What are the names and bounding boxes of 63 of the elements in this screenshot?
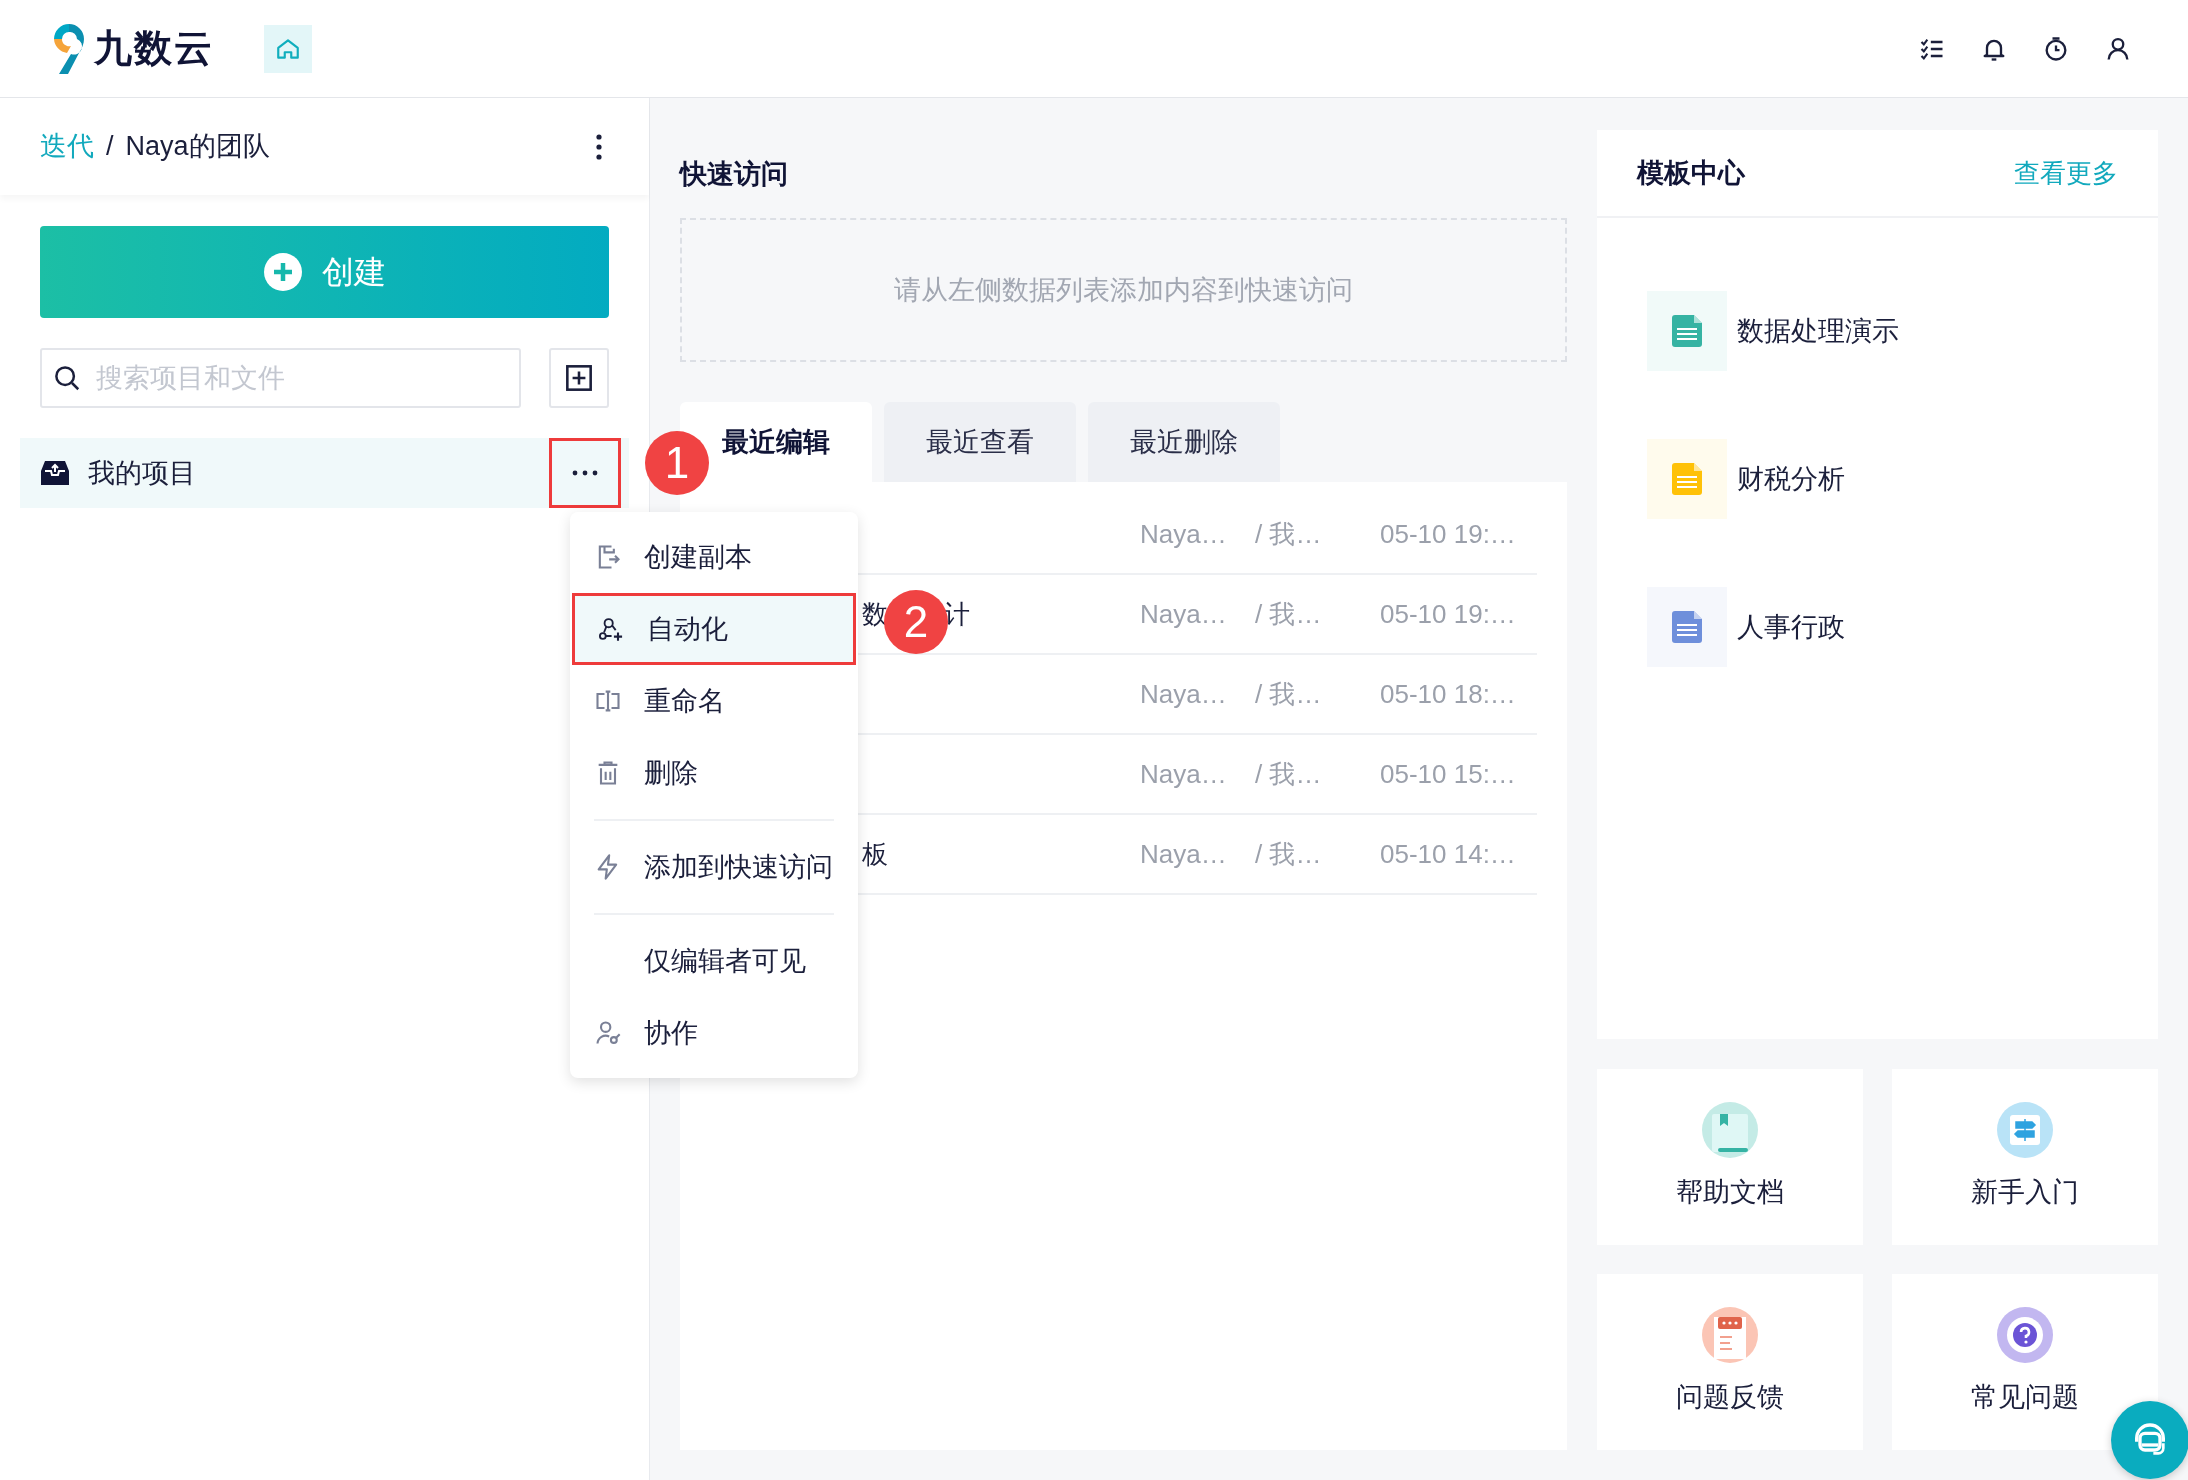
path-cell-text: / 我… — [1255, 837, 1323, 871]
template-label: 数据处理演示 — [1737, 314, 1899, 348]
more-options-button[interactable] — [549, 438, 621, 508]
breadcrumb-separator: / — [106, 130, 114, 164]
inbox-icon — [40, 459, 70, 487]
plus-circle-icon — [263, 253, 302, 291]
file-name-fragment: 板 — [862, 837, 888, 871]
project-item[interactable]: 我的项目 — [20, 438, 629, 508]
help-card[interactable]: 问题反馈 — [1597, 1274, 1863, 1450]
breadcrumb-current: Naya的团队 — [125, 130, 270, 164]
search-icon — [52, 363, 82, 393]
project-label: 我的项目 — [88, 456, 196, 490]
time-cell-text: 05-10 19:… — [1380, 597, 1516, 631]
search-field[interactable]: 搜索项目和文件 — [40, 348, 521, 408]
owner-cell-text: Naya… — [1140, 677, 1228, 711]
time-cell-text: 05-10 19:… — [1380, 517, 1516, 551]
template-label: 财税分析 — [1737, 462, 1845, 496]
tab[interactable]: 最近删除 — [1088, 402, 1280, 482]
path-cell-text: / 我… — [1255, 677, 1323, 711]
card-title: 模板中心 — [1637, 156, 1745, 190]
plus-square-icon — [565, 364, 593, 392]
path-cell-text: / 我… — [1255, 597, 1323, 631]
help-card-label: 常见问题 — [1971, 1380, 2079, 1414]
question-icon — [1997, 1306, 2053, 1363]
help-card-label: 问题反馈 — [1676, 1380, 1784, 1414]
owner-cell-text: Naya… — [1140, 597, 1228, 631]
home-button[interactable] — [264, 24, 312, 73]
logo-text: 九数云 — [94, 26, 214, 71]
time-cell-text: 05-10 14:… — [1380, 837, 1516, 871]
person-key-icon — [594, 1019, 622, 1047]
add-button[interactable] — [549, 348, 609, 408]
book-icon — [1702, 1101, 1758, 1158]
template-item[interactable]: 财税分析 — [1647, 439, 2158, 519]
time-cell-text: 05-10 15:… — [1380, 757, 1516, 791]
menu-item[interactable]: 创建副本 — [572, 521, 856, 593]
menu-item[interactable]: 协作 — [572, 997, 856, 1069]
empty-hint: 请从左侧数据列表添加内容到快速访问 — [894, 273, 1353, 307]
help-card[interactable]: 常见问题 — [1892, 1274, 2158, 1450]
vertical-dots-icon — [596, 133, 602, 160]
help-card-label: 新手入门 — [1971, 1175, 2079, 1209]
menu-item[interactable]: 仅编辑者可见 — [572, 925, 856, 997]
owner-cell-text: Naya… — [1140, 837, 1228, 871]
menu-item[interactable]: 添加到快速访问 — [572, 831, 856, 903]
tab[interactable]: 最近查看 — [884, 402, 1076, 482]
path-cell-text: / 我… — [1255, 757, 1323, 791]
template-label: 人事行政 — [1737, 610, 1845, 644]
section-title: 快速访问 — [680, 157, 788, 191]
time-cell-text: 05-10 18:… — [1380, 677, 1516, 711]
owner-cell-text: Naya… — [1140, 517, 1228, 551]
menu-item[interactable]: 删除 — [572, 737, 856, 809]
help-card-label: 帮助文档 — [1676, 1175, 1784, 1209]
help-card[interactable]: 新手入门 — [1892, 1069, 2158, 1245]
horizontal-dots-icon — [572, 470, 598, 476]
template-item[interactable]: 数据处理演示 — [1647, 291, 2158, 371]
path-cell-text: / 我… — [1255, 517, 1323, 551]
menu-item[interactable]: 自动化 — [572, 593, 856, 665]
signpost-icon — [1997, 1101, 2053, 1158]
template-item[interactable]: 人事行政 — [1647, 587, 2158, 667]
owner-cell-text: Naya… — [1140, 757, 1228, 791]
help-card[interactable]: 帮助文档 — [1597, 1069, 1863, 1245]
feedback-icon — [1702, 1306, 1758, 1363]
menu-item[interactable]: 重命名 — [572, 665, 856, 737]
nodes-plus-icon — [597, 615, 625, 643]
